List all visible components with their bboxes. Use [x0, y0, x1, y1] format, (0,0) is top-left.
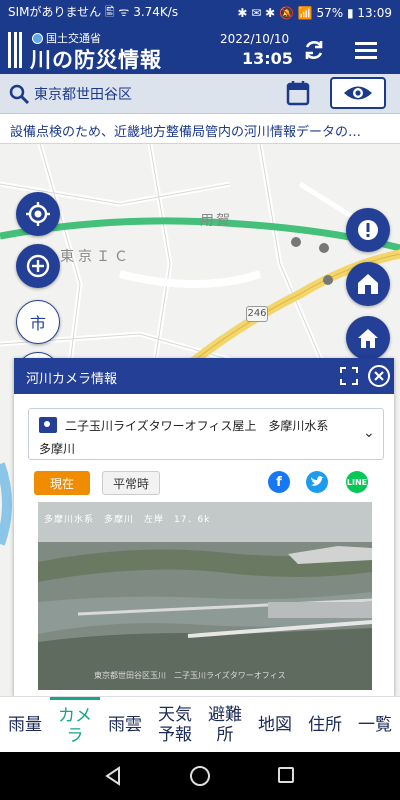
camera-info-panel: 河川カメラ情報 二子玉川ライズタワーオフィス屋上 多摩川水系 多摩川 ⌄ 現在 … — [14, 358, 394, 696]
tab-camera[interactable]: カメ ラ — [50, 697, 100, 752]
tab-rain-cloud[interactable]: 雨雲 — [100, 697, 150, 752]
close-button[interactable] — [368, 365, 390, 387]
tab-label: 地図 — [258, 714, 292, 735]
camera-name-line2: 多摩川 — [39, 442, 76, 456]
logo-bars-icon — [8, 32, 22, 68]
current-location-button[interactable] — [16, 192, 60, 236]
zoom-in-button[interactable] — [16, 244, 60, 288]
tab-list[interactable]: 一覧 — [350, 697, 400, 752]
close-icon — [374, 371, 384, 381]
tab-address[interactable]: 住所 — [300, 697, 350, 752]
map-label-youga: 用賀 — [200, 213, 232, 229]
refresh-icon — [305, 41, 323, 59]
status-left: SIMがありません 🖺 ᯤ 3.74K/s — [8, 4, 179, 19]
tab-label: 雨量 — [8, 714, 42, 735]
crosshair-icon — [26, 202, 50, 226]
tab-label: 住所 — [308, 714, 342, 735]
map-label-route: 246 — [246, 306, 268, 322]
fullscreen-icon[interactable] — [340, 367, 358, 385]
home-button[interactable] — [346, 316, 390, 360]
facebook-icon[interactable]: f — [268, 471, 290, 493]
tab-weather-forecast[interactable]: 天気 予報 — [150, 697, 200, 752]
search-row: 東京都世田谷区 — [0, 74, 400, 114]
tab-map[interactable]: 地図 — [250, 697, 300, 752]
eye-icon — [344, 86, 372, 100]
panel-header: 河川カメラ情報 — [14, 358, 394, 394]
panel-title: 河川カメラ情報 — [26, 372, 118, 387]
city-button[interactable]: 市 — [16, 300, 60, 344]
camera-photo — [38, 502, 372, 690]
header-date: 2022/10/10 — [220, 32, 290, 46]
view-toggle-button[interactable] — [330, 77, 386, 109]
river-camera-image: 多摩川水系 多摩川 左岸 17．6k 東京都世田谷区玉川 二子玉川ライズタワーオ… — [38, 502, 372, 690]
search-location[interactable]: 東京都世田谷区 — [34, 84, 132, 104]
alert-button[interactable] — [346, 208, 390, 252]
alert-icon — [358, 220, 378, 240]
camera-icon — [39, 417, 57, 433]
app-title: 川の防災情報 — [30, 48, 162, 72]
city-button-label: 市 — [29, 314, 46, 333]
line-icon[interactable]: LINE — [346, 471, 368, 493]
tab-label: 一覧 — [358, 714, 392, 735]
tab-label: 避難 所 — [208, 704, 242, 745]
search-icon[interactable] — [8, 83, 30, 105]
twitter-icon[interactable] — [306, 471, 328, 493]
globe-icon — [32, 32, 43, 44]
recent-apps-icon[interactable] — [278, 767, 294, 783]
system-nav-bar — [0, 752, 400, 800]
shelter-button[interactable] — [346, 262, 390, 306]
menu-button[interactable] — [350, 36, 382, 64]
tab-label: 天気 予報 — [158, 704, 192, 745]
menu-icon — [355, 41, 377, 45]
status-bar: SIMがありません 🖺 ᯤ 3.74K/s ✱ ✉ ✱ 🔕 📶 57% ▮ 13… — [0, 0, 400, 26]
header-time: 13:05 — [242, 49, 293, 68]
home-icon — [358, 329, 378, 348]
back-icon[interactable] — [104, 766, 122, 786]
bottom-tab-bar: 雨量 カメ ラ 雨雲 天気 予報 避難 所 地図 住所 一覧 — [0, 696, 400, 752]
camera-select-dropdown[interactable]: 二子玉川ライズタワーオフィス屋上 多摩川水系 多摩川 ⌄ — [28, 408, 384, 460]
tab-label: カメ ラ — [58, 706, 92, 746]
app-header: 国土交通省 川の防災情報 2022/10/10 13:05 — [0, 26, 400, 74]
tab-rainfall[interactable]: 雨量 — [0, 697, 50, 752]
refresh-button[interactable] — [300, 36, 328, 64]
tab-shelter[interactable]: 避難 所 — [200, 697, 250, 752]
current-image-button[interactable]: 現在 — [34, 471, 90, 495]
status-right: ✱ ✉ ✱ 🔕 📶 57% ▮ 13:09 — [237, 6, 392, 20]
camera-name-line1: 二子玉川ライズタワーオフィス屋上 多摩川水系 — [65, 419, 329, 433]
chevron-down-icon: ⌄ — [363, 425, 375, 441]
twitter-bird-icon — [311, 476, 324, 486]
image-bottom-caption: 東京都世田谷区玉川 二子玉川ライズタワーオフィス — [94, 671, 286, 680]
calendar-icon[interactable] — [286, 80, 310, 106]
image-caption: 多摩川水系 多摩川 左岸 17．6k — [44, 515, 211, 525]
notice-banner[interactable]: 設備点検のため、近畿地方整備局管内の河川情報データの… — [0, 114, 400, 144]
plus-circle-icon — [26, 254, 50, 278]
home-nav-icon[interactable] — [190, 766, 210, 786]
tab-label: 雨雲 — [108, 714, 142, 735]
normal-time-button[interactable]: 平常時 — [102, 471, 160, 495]
map-label-tokyo-ic: 東京ＩＣ — [60, 249, 132, 265]
shelter-icon — [358, 274, 378, 294]
